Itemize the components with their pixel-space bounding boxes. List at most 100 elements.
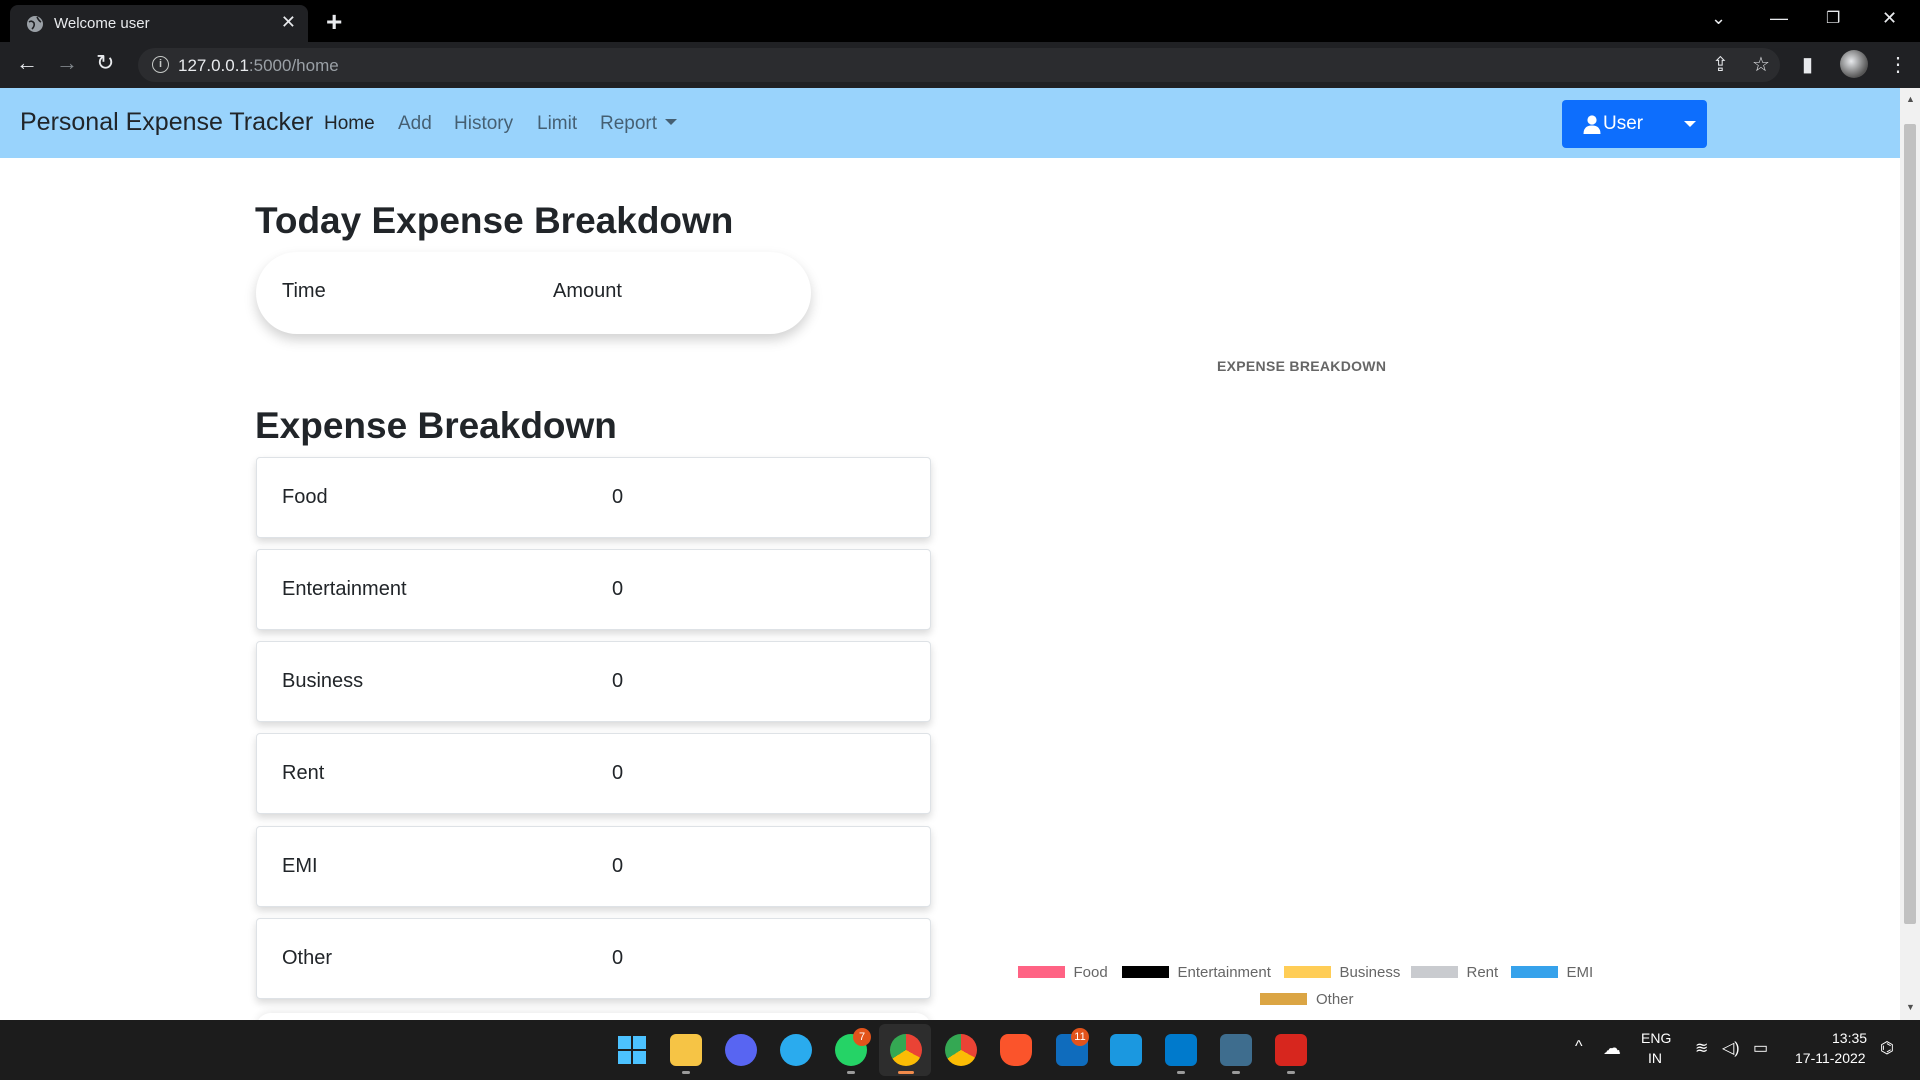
- app-running-indicator: [1177, 1071, 1185, 1074]
- expense-breakdown-title: Expense Breakdown: [255, 405, 617, 446]
- brave-icon[interactable]: [1000, 1034, 1032, 1066]
- category-label: Entertainment: [282, 578, 407, 600]
- wifi-icon[interactable]: ≋: [1695, 1038, 1708, 1058]
- legend-label: Entertainment: [1177, 964, 1271, 981]
- side-panel-icon[interactable]: ▮: [1802, 52, 1813, 77]
- share-icon[interactable]: ⇪: [1712, 52, 1729, 77]
- user-icon: [1583, 115, 1601, 134]
- file-explorer-icon[interactable]: [670, 1034, 702, 1066]
- nav-home[interactable]: Home: [324, 113, 375, 135]
- category-label: Other: [282, 947, 333, 969]
- nav-limit[interactable]: Limit: [537, 113, 577, 135]
- bookmark-star-icon[interactable]: ☆: [1752, 52, 1770, 77]
- forward-icon[interactable]: →: [56, 50, 78, 76]
- browser-tab[interactable]: Welcome user ✕: [10, 5, 308, 42]
- tab-title: Welcome user: [54, 15, 150, 32]
- page-scrollbar[interactable]: ▲ ▼: [1900, 88, 1920, 1020]
- today-breakdown-card: Time Amount: [256, 252, 811, 334]
- browser-toolbar: ← → ↻ i 127.0.0.1:5000/home ⇪ ☆ ▮ ⋮: [0, 42, 1920, 88]
- nav-history[interactable]: History: [454, 113, 513, 135]
- globe-icon: [27, 16, 43, 32]
- expense-card-emi: EMI 0: [256, 826, 931, 907]
- app-running-indicator: [1287, 1071, 1295, 1074]
- clock-date[interactable]: 17-11-2022: [1795, 1050, 1866, 1066]
- tab-search-icon[interactable]: ⌄: [1711, 8, 1726, 29]
- prime-video-icon[interactable]: [1110, 1034, 1142, 1066]
- category-amount: 0: [612, 486, 624, 508]
- category-amount: 0: [612, 762, 624, 784]
- chart-title: EXPENSE BREAKDOWN: [1217, 358, 1387, 374]
- nav-report-label: Report: [600, 113, 658, 134]
- vscode-icon[interactable]: [1165, 1034, 1197, 1066]
- app-active-indicator: [898, 1071, 914, 1074]
- legend-label: Business: [1339, 964, 1401, 981]
- caret-down-icon: [1684, 121, 1696, 127]
- reload-icon[interactable]: ↻: [96, 50, 114, 76]
- top-navbar: Personal Expense Tracker Home Add Histor…: [0, 88, 1900, 158]
- minimize-icon[interactable]: —: [1770, 8, 1788, 29]
- page-content: Personal Expense Tracker Home Add Histor…: [0, 88, 1900, 1020]
- chrome-canary-icon[interactable]: [945, 1034, 977, 1066]
- legend-swatch: [1510, 966, 1558, 978]
- menu-kebab-icon[interactable]: ⋮: [1888, 52, 1908, 77]
- windows-start-icon[interactable]: [616, 1034, 648, 1066]
- today-amount-header: Amount: [553, 280, 622, 302]
- chevron-up-icon[interactable]: ^: [1575, 1038, 1583, 1056]
- close-tab-icon[interactable]: ✕: [281, 12, 296, 33]
- legend-label: Other: [1316, 991, 1354, 1008]
- telegram-icon[interactable]: [780, 1034, 812, 1066]
- category-label: EMI: [282, 855, 318, 877]
- volume-icon[interactable]: ◁): [1722, 1038, 1740, 1058]
- windows-logo-icon: [618, 1036, 646, 1064]
- address-bar[interactable]: i 127.0.0.1:5000/home: [138, 48, 1780, 82]
- user-split-button: User: [1562, 100, 1707, 148]
- expense-card-business: Business 0: [256, 641, 931, 722]
- new-tab-icon[interactable]: +: [326, 6, 342, 38]
- legend-swatch: [1283, 966, 1331, 978]
- discord-icon[interactable]: [725, 1034, 757, 1066]
- chrome-icon[interactable]: [890, 1034, 922, 1066]
- os-taskbar: 7 11 ^ ☁ ENG IN ≋ ◁) ▭ 13:35 17-11-2022 …: [0, 1020, 1920, 1080]
- onedrive-cloud-icon[interactable]: ☁: [1603, 1038, 1621, 1059]
- legend-label: EMI: [1566, 964, 1594, 981]
- notification-icon[interactable]: ⌬: [1880, 1038, 1894, 1058]
- brand[interactable]: Personal Expense Tracker: [20, 108, 313, 137]
- language-code[interactable]: ENG: [1641, 1030, 1671, 1046]
- today-breakdown-title: Today Expense Breakdown: [255, 200, 734, 241]
- mysql-workbench-icon[interactable]: [1220, 1034, 1252, 1066]
- legend-swatch: [1121, 966, 1169, 978]
- back-icon[interactable]: ←: [16, 50, 38, 76]
- scroll-down-icon[interactable]: ▼: [1906, 1002, 1915, 1012]
- clock-time[interactable]: 13:35: [1832, 1030, 1867, 1046]
- expense-card-food: Food 0: [256, 457, 931, 538]
- acrobat-icon[interactable]: [1275, 1034, 1307, 1066]
- profile-avatar[interactable]: [1840, 50, 1868, 78]
- legend-label: Rent: [1466, 964, 1499, 981]
- caret-down-icon: [665, 119, 678, 125]
- battery-icon[interactable]: ▭: [1753, 1038, 1768, 1058]
- category-amount: 0: [612, 578, 624, 600]
- user-button[interactable]: User: [1562, 100, 1672, 148]
- close-window-icon[interactable]: ✕: [1882, 8, 1897, 29]
- url-text: 127.0.0.1:5000/home: [178, 56, 339, 76]
- browser-tab-strip: Welcome user ✕ + ⌄ — ❐ ✕: [0, 0, 1920, 42]
- legend-swatch: [1017, 966, 1065, 978]
- nav-add[interactable]: Add: [398, 113, 432, 135]
- user-dropdown-toggle[interactable]: [1672, 100, 1707, 148]
- category-amount: 0: [612, 855, 624, 877]
- scrollbar-thumb[interactable]: [1904, 124, 1916, 924]
- site-info-icon[interactable]: i: [152, 56, 169, 73]
- legend-label: Food: [1073, 964, 1108, 981]
- url-path: :5000/home: [248, 56, 339, 75]
- app-running-indicator: [682, 1071, 690, 1074]
- restore-icon[interactable]: ❐: [1826, 8, 1840, 28]
- user-label: User: [1603, 113, 1644, 134]
- category-amount: 0: [612, 947, 624, 969]
- legend-swatch: [1410, 966, 1458, 978]
- legend-swatch: [1260, 993, 1307, 1005]
- category-label: Business: [282, 670, 364, 692]
- scroll-up-icon[interactable]: ▲: [1906, 94, 1915, 104]
- app-running-indicator: [847, 1071, 855, 1074]
- today-time-header: Time: [282, 280, 326, 302]
- nav-report-dropdown[interactable]: Report: [600, 113, 678, 135]
